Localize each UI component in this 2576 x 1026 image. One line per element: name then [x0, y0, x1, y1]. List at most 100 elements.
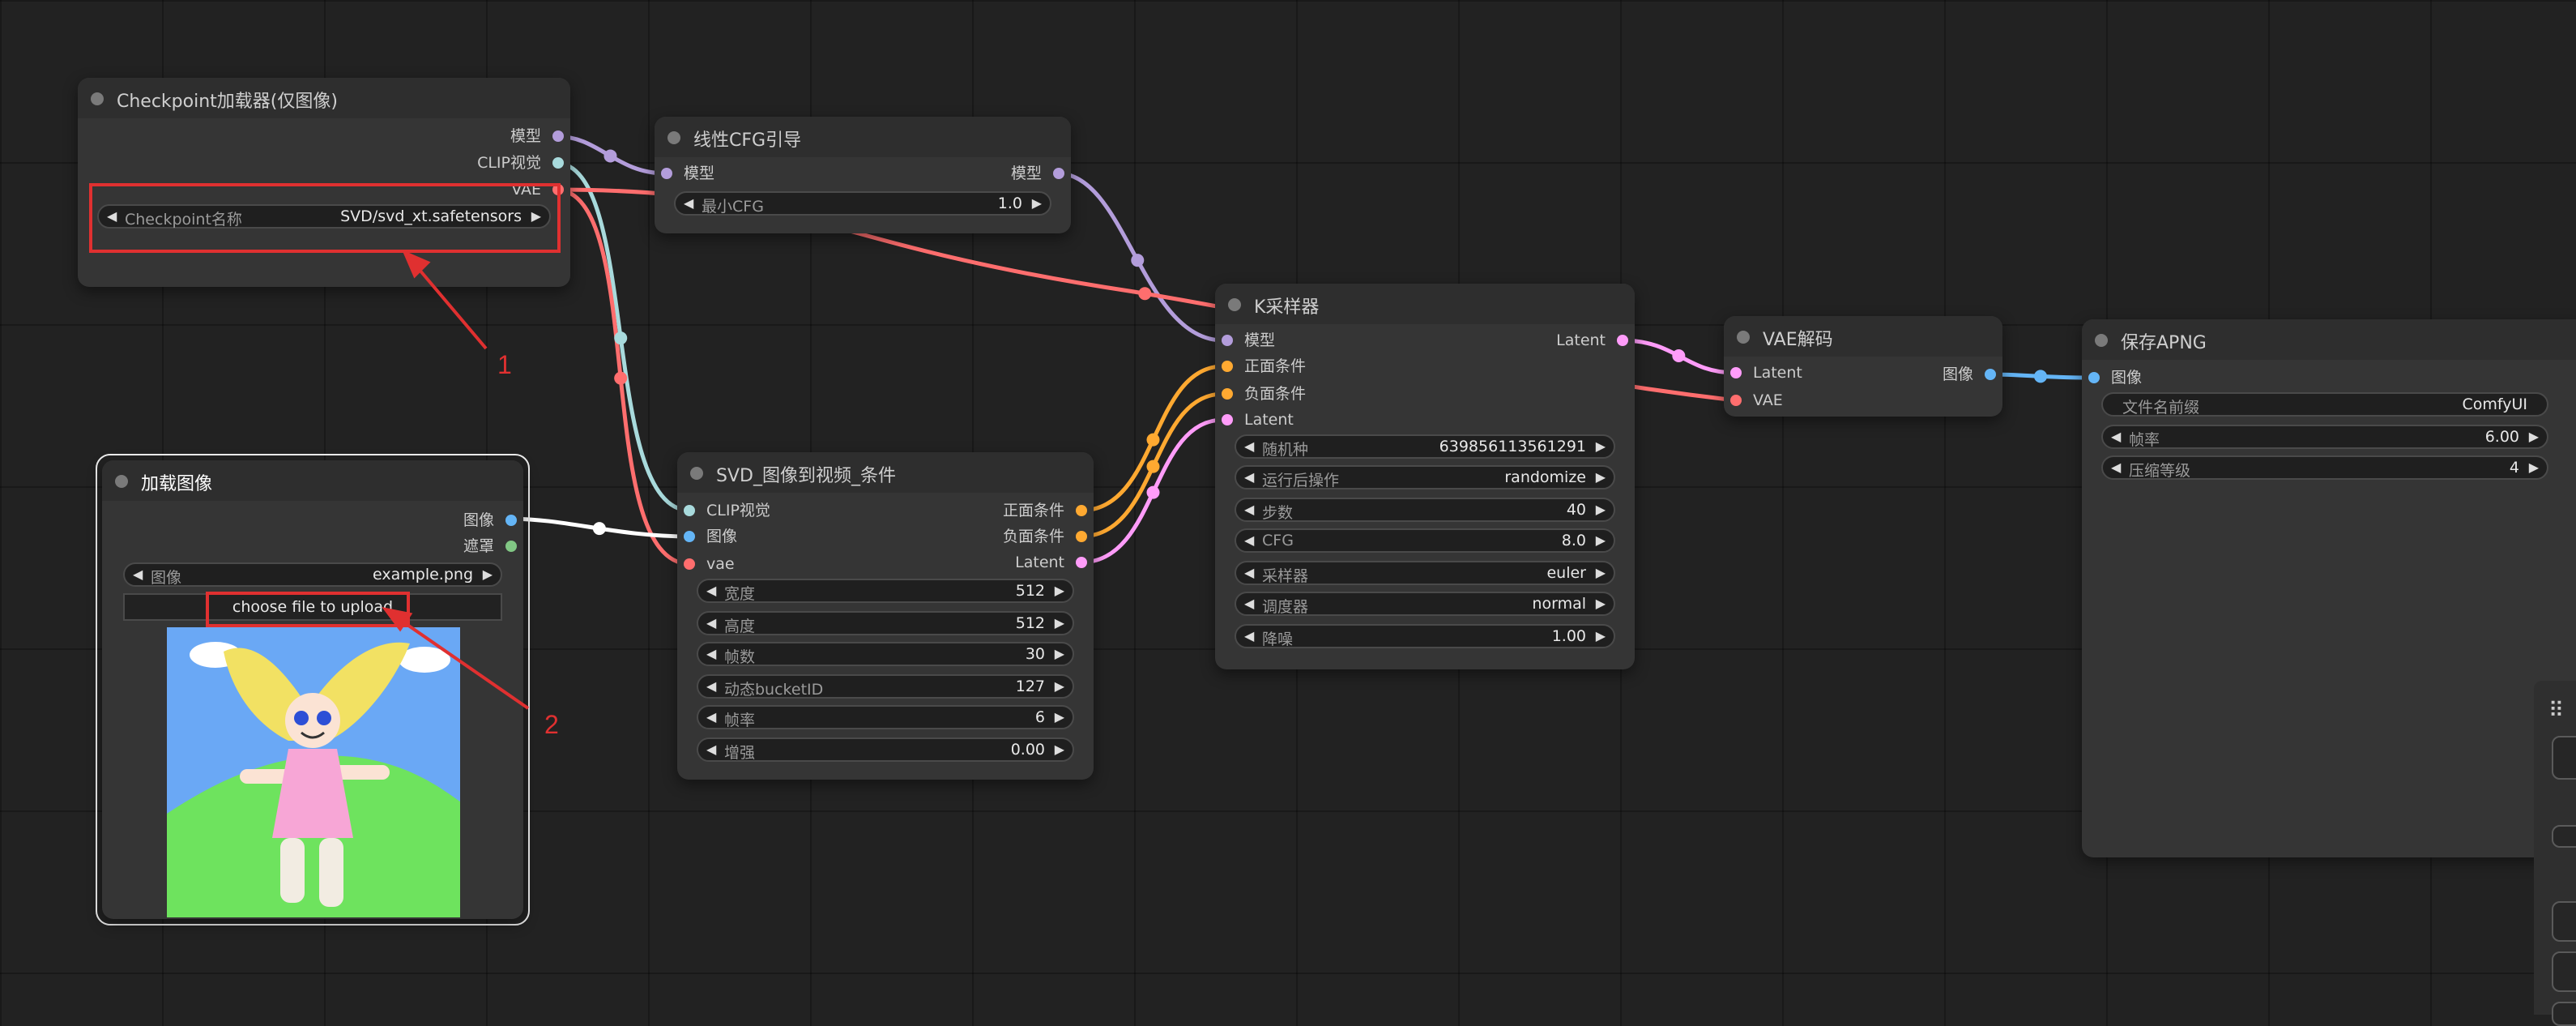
node-linear-cfg-guidance[interactable]: 线性CFG引导 模型 模型 ◀ 最小CFG 1.0 ▶: [655, 117, 1071, 233]
arrow-right-icon[interactable]: ▶: [1055, 583, 1064, 598]
slot-dot-icon[interactable]: [1730, 395, 1742, 406]
arrow-left-icon[interactable]: ◀: [1244, 502, 1254, 517]
arrow-right-icon[interactable]: ▶: [2529, 429, 2539, 444]
arrow-right-icon[interactable]: ▶: [483, 566, 493, 582]
output-negative[interactable]: 负面条件: [1003, 527, 1087, 546]
number-width[interactable]: ◀ 宽度 512 ▶: [697, 579, 1074, 603]
wire-midpoint-dot[interactable]: [614, 371, 628, 385]
slot-dot-icon[interactable]: [1076, 557, 1087, 568]
output-latent[interactable]: Latent: [1015, 553, 1087, 572]
collapse-dot-icon[interactable]: [667, 131, 680, 144]
slot-dot-icon[interactable]: [1076, 505, 1087, 516]
slot-dot-icon[interactable]: [1222, 335, 1233, 346]
text-filename-prefix[interactable]: 文件名前缀 ComfyUI: [2101, 392, 2548, 417]
arrow-right-icon[interactable]: ▶: [1596, 628, 1606, 643]
node-title-bar[interactable]: VAE解码: [1724, 316, 2002, 357]
wire-midpoint-dot[interactable]: [614, 331, 628, 345]
node-svd-img2vid-conditioning[interactable]: SVD_图像到视频_条件 CLIP视觉 图像 vae 正面条件 负面条件 Lat…: [677, 452, 1094, 780]
arrow-left-icon[interactable]: ◀: [706, 678, 716, 694]
node-title-bar[interactable]: 线性CFG引导: [655, 117, 1071, 157]
input-model[interactable]: 模型: [661, 164, 714, 183]
slot-dot-icon[interactable]: [1730, 367, 1742, 378]
arrow-left-icon[interactable]: ◀: [1244, 469, 1254, 485]
number-height[interactable]: ◀ 高度 512 ▶: [697, 611, 1074, 635]
number-compress-level[interactable]: ◀ 压缩等级 4 ▶: [2101, 455, 2548, 480]
combo-sampler[interactable]: ◀ 采样器 euler ▶: [1235, 561, 1615, 585]
collapse-dot-icon[interactable]: [690, 467, 703, 480]
wire-midpoint-dot[interactable]: [2033, 370, 2047, 383]
output-mask[interactable]: 遮罩: [463, 537, 517, 556]
slot-dot-icon[interactable]: [1222, 361, 1233, 372]
number-min-cfg[interactable]: ◀ 最小CFG 1.0 ▶: [674, 191, 1051, 216]
node-title-bar[interactable]: 保存APNG: [2082, 319, 2576, 360]
arrow-left-icon[interactable]: ◀: [1244, 438, 1254, 454]
output-model[interactable]: 模型: [510, 126, 564, 146]
slot-dot-icon[interactable]: [505, 541, 517, 552]
arrow-left-icon[interactable]: ◀: [684, 195, 693, 211]
side-panel-button[interactable]: [2552, 901, 2576, 942]
slot-dot-icon[interactable]: [552, 157, 564, 169]
arrow-right-icon[interactable]: ▶: [1596, 596, 1606, 611]
collapse-dot-icon[interactable]: [115, 475, 128, 488]
input-image[interactable]: 图像: [684, 527, 737, 546]
output-image[interactable]: 图像: [1943, 365, 1996, 384]
slot-dot-icon[interactable]: [1076, 531, 1087, 542]
output-positive[interactable]: 正面条件: [1003, 501, 1087, 520]
slot-dot-icon[interactable]: [684, 558, 695, 570]
arrow-right-icon[interactable]: ▶: [1055, 742, 1064, 757]
arrow-left-icon[interactable]: ◀: [1244, 532, 1254, 548]
wire-midpoint-dot[interactable]: [592, 522, 606, 536]
number-cfg[interactable]: ◀ CFG 8.0 ▶: [1235, 528, 1615, 553]
arrow-left-icon[interactable]: ◀: [2111, 429, 2121, 444]
number-frames[interactable]: ◀ 帧数 30 ▶: [697, 642, 1074, 666]
node-ksampler[interactable]: K采样器 模型 正面条件 负面条件 Latent Latent ◀ 随机种 63…: [1215, 284, 1635, 669]
input-clip-vision[interactable]: CLIP视觉: [684, 501, 770, 520]
input-latent[interactable]: Latent: [1222, 410, 1294, 430]
combo-control-after-generate[interactable]: ◀ 运行后操作 randomize ▶: [1235, 465, 1615, 489]
collapse-dot-icon[interactable]: [1228, 298, 1241, 311]
slot-dot-icon[interactable]: [1985, 369, 1996, 380]
arrow-left-icon[interactable]: ◀: [706, 709, 716, 725]
collapse-dot-icon[interactable]: [91, 92, 104, 105]
output-clip-vision[interactable]: CLIP视觉: [477, 153, 564, 173]
input-vae[interactable]: vae: [684, 554, 735, 574]
arrow-right-icon[interactable]: ▶: [1596, 438, 1606, 454]
side-panel-button[interactable]: [2552, 736, 2576, 780]
node-checkpoint-loader[interactable]: Checkpoint加载器(仅图像) 模型 CLIP视觉 VAE ◀ Check…: [78, 78, 570, 287]
arrow-left-icon[interactable]: ◀: [133, 566, 143, 582]
arrow-left-icon[interactable]: ◀: [706, 583, 716, 598]
arrow-right-icon[interactable]: ▶: [1055, 646, 1064, 661]
wire-midpoint-dot[interactable]: [1672, 348, 1686, 362]
slot-dot-icon[interactable]: [684, 531, 695, 542]
arrow-right-icon[interactable]: ▶: [1596, 502, 1606, 517]
slot-dot-icon[interactable]: [505, 515, 517, 526]
input-vae[interactable]: VAE: [1730, 391, 1783, 410]
number-seed[interactable]: ◀ 随机种 639856113561291 ▶: [1235, 434, 1615, 459]
slot-dot-icon[interactable]: [1053, 168, 1064, 179]
input-latent[interactable]: Latent: [1730, 363, 1802, 383]
slot-dot-icon[interactable]: [1222, 414, 1233, 425]
collapse-dot-icon[interactable]: [1737, 331, 1750, 344]
arrow-left-icon[interactable]: ◀: [706, 615, 716, 631]
node-title-bar[interactable]: 加载图像: [102, 460, 523, 501]
number-fps[interactable]: ◀ 帧率 6 ▶: [697, 705, 1074, 729]
collapse-dot-icon[interactable]: [2095, 334, 2108, 347]
node-save-apng[interactable]: 保存APNG 图像 文件名前缀 ComfyUI ◀ 帧率 6.00 ▶ ◀ 压缩…: [2082, 319, 2576, 857]
slot-dot-icon[interactable]: [661, 168, 672, 179]
arrow-left-icon[interactable]: ◀: [1244, 628, 1254, 643]
queue-side-panel[interactable]: ⠿: [2534, 681, 2576, 1026]
arrow-left-icon[interactable]: ◀: [706, 742, 716, 757]
wire-midpoint-dot[interactable]: [603, 149, 617, 163]
combo-scheduler[interactable]: ◀ 调度器 normal ▶: [1235, 592, 1615, 616]
combo-image[interactable]: ◀ 图像 example.png ▶: [123, 562, 502, 587]
arrow-right-icon[interactable]: ▶: [1596, 532, 1606, 548]
output-image[interactable]: 图像: [463, 511, 517, 530]
side-panel-checkbox[interactable]: [2552, 825, 2576, 848]
input-image[interactable]: 图像: [2088, 368, 2142, 387]
arrow-right-icon[interactable]: ▶: [1055, 678, 1064, 694]
arrow-left-icon[interactable]: ◀: [1244, 565, 1254, 580]
node-vae-decode[interactable]: VAE解码 Latent VAE 图像: [1724, 316, 2002, 417]
input-model[interactable]: 模型: [1222, 331, 1275, 350]
node-load-image[interactable]: 加载图像 图像 遮罩 ◀ 图像 example.png ▶ choose fil…: [102, 460, 523, 919]
wire-midpoint-dot[interactable]: [1146, 460, 1160, 473]
